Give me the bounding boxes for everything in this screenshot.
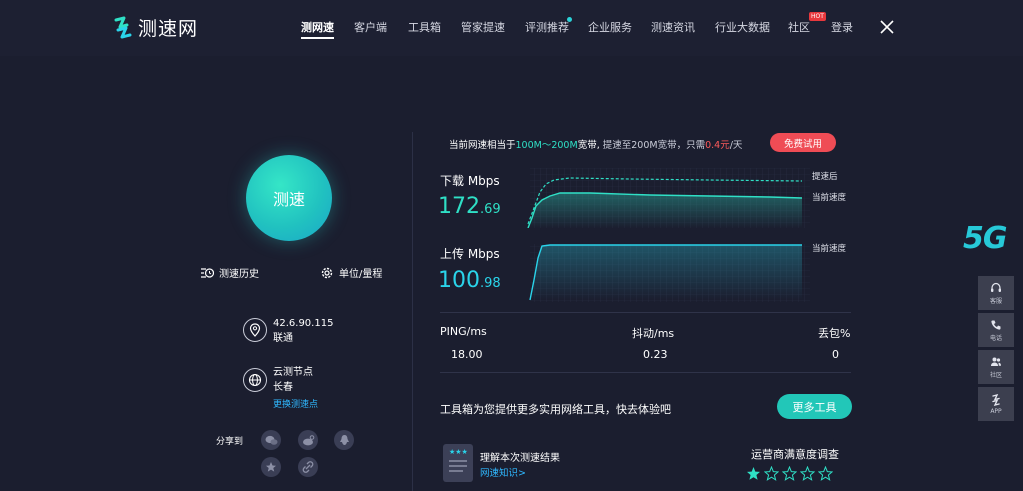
ip-address: 42.6.90.115	[273, 318, 334, 329]
side-community[interactable]: 社区	[978, 350, 1014, 384]
upload-dec: .98	[480, 276, 501, 291]
isp-name: 联通	[273, 333, 293, 344]
upload-int: 100	[438, 268, 480, 293]
nav-big-data[interactable]: 行业大数据	[715, 19, 770, 35]
upload-current-note: 当前速度	[812, 244, 847, 254]
side-app[interactable]: APP	[978, 387, 1014, 421]
start-test-button[interactable]: 测速	[246, 155, 332, 241]
star-icon-4[interactable]	[800, 466, 815, 481]
download-value: 172.69	[438, 194, 501, 219]
top-bar: 测速网 测网速 客户端 工具箱 管家提速 评测推荐 企业服务 测速资讯 行业大数…	[0, 0, 1023, 56]
change-node-link[interactable]: 更换测速点	[273, 397, 318, 410]
weibo-icon[interactable]	[298, 430, 318, 450]
svg-text:★★★: ★★★	[449, 448, 468, 456]
result-title: 理解本次测速结果	[480, 453, 560, 464]
location-pin-icon	[243, 318, 267, 342]
history-icon	[201, 267, 214, 278]
hot-badge: HOT	[809, 12, 826, 21]
side-phone[interactable]: 电话	[978, 313, 1014, 347]
share-label: 分享到	[216, 437, 244, 447]
promo-per-day: /天	[729, 140, 743, 151]
logo[interactable]: 测速网	[112, 14, 198, 41]
panel-divider	[412, 132, 413, 491]
globe-icon	[243, 368, 267, 392]
jitter-label: 抖动/ms	[632, 327, 675, 340]
upload-value: 100.98	[438, 268, 501, 293]
more-tools-button[interactable]: 更多工具	[777, 394, 852, 419]
upload-graph	[529, 244, 810, 302]
jitter-value: 0.23	[643, 348, 668, 361]
rating-stars	[746, 466, 833, 481]
node-city: 长春	[273, 382, 293, 393]
side-app-label: APP	[990, 407, 1002, 415]
link-share-icon[interactable]	[298, 457, 318, 477]
node-title: 云测节点	[273, 367, 313, 378]
promo-speed-range: 100M～200M	[515, 140, 578, 151]
separator-2	[440, 372, 851, 373]
ping-value: 18.00	[451, 348, 483, 361]
5g-badge[interactable]: 5G	[963, 221, 1007, 256]
nav-enterprise[interactable]: 企业服务	[588, 19, 632, 35]
knowledge-link[interactable]: 网速知识>	[480, 465, 526, 479]
node-info: 云测节点 长春	[273, 365, 313, 395]
nav-reviews[interactable]: 评测推荐	[525, 19, 569, 35]
survey-title: 运营商满意度调查	[751, 448, 839, 461]
headset-icon	[991, 282, 1001, 292]
app-icon	[992, 393, 1000, 406]
ping-label: PING/ms	[440, 325, 487, 338]
nav-client[interactable]: 客户端	[354, 19, 387, 35]
download-int: 172	[438, 194, 480, 219]
promo-text: 当前网速相当于100M～200M宽带, 提速至200M宽带，只需0.4元/天	[449, 137, 742, 151]
free-trial-button[interactable]: 免费试用	[770, 133, 836, 152]
star-icon-2[interactable]	[764, 466, 779, 481]
close-icon[interactable]	[879, 19, 895, 35]
gear-icon	[321, 267, 333, 278]
download-current-note: 当前速度	[812, 193, 847, 203]
nav-new-dot	[567, 17, 572, 22]
separator-1	[440, 312, 851, 313]
promo-part1: 当前网速相当于	[449, 140, 516, 151]
boost-note: 提速后	[812, 172, 838, 182]
nav-speed-test[interactable]: 测网速	[301, 19, 334, 39]
promo-price: 0.4元	[705, 140, 730, 151]
units-link[interactable]: 单位/量程	[320, 265, 382, 280]
download-label: 下载 Mbps	[440, 174, 500, 188]
history-link[interactable]: 测速历史	[200, 265, 259, 280]
history-label: 测速历史	[219, 269, 259, 280]
side-phone-label: 电话	[989, 334, 1002, 342]
nav-community[interactable]: 社区	[788, 19, 810, 35]
nav-accelerate[interactable]: 管家提速	[461, 19, 505, 35]
logo-icon	[114, 16, 132, 38]
tools-text: 工具箱为您提供更多实用网络工具，快去体验吧	[440, 403, 671, 416]
ip-info: 42.6.90.115 联通	[273, 316, 333, 346]
star-icon-1[interactable]	[746, 466, 761, 481]
units-label: 单位/量程	[339, 269, 383, 280]
nav-login[interactable]: 登录	[831, 19, 853, 35]
download-dec: .69	[480, 202, 501, 217]
star-icon-3[interactable]	[782, 466, 797, 481]
loss-value: 0	[832, 348, 839, 361]
promo-part3: 宽带,	[577, 140, 600, 151]
side-community-label: 社区	[989, 371, 1002, 379]
nav-news[interactable]: 测速资讯	[651, 19, 695, 35]
loss-label: 丢包%	[818, 327, 851, 340]
promo-upgrade: 提速至200M宽带，只需	[602, 140, 706, 151]
star-icon-5[interactable]	[818, 466, 833, 481]
side-service-label: 客服	[989, 297, 1002, 305]
star-share-icon[interactable]	[261, 457, 281, 477]
download-graph	[527, 168, 810, 228]
qq-icon[interactable]	[334, 430, 354, 450]
users-icon	[991, 357, 1001, 366]
upload-label: 上传 Mbps	[440, 247, 500, 261]
wechat-icon[interactable]	[261, 430, 281, 450]
side-service[interactable]: 客服	[978, 276, 1014, 310]
document-icon: ★★★	[443, 444, 473, 482]
nav-toolbox[interactable]: 工具箱	[408, 19, 441, 35]
phone-icon	[991, 320, 1001, 330]
logo-text: 测速网	[138, 18, 199, 40]
